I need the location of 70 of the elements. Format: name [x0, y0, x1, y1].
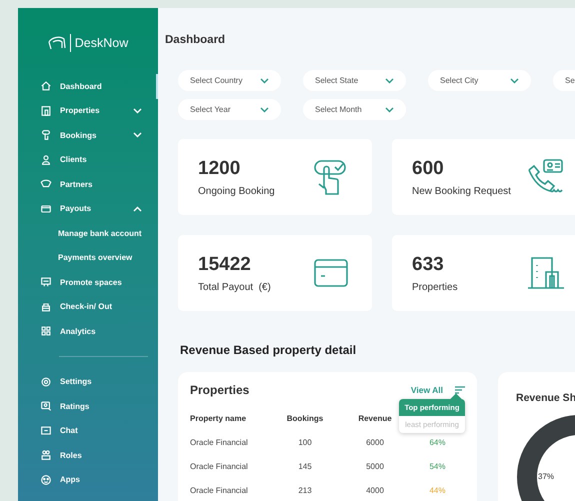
nav-item[interactable]: Promote spaces — [18, 270, 158, 294]
grid-icon — [40, 325, 52, 338]
billboard-icon — [40, 276, 52, 288]
table-cell: 100 — [298, 438, 312, 446]
stat-label: New Booking Request — [412, 186, 511, 196]
chevron-icon — [133, 132, 142, 138]
chevron-icon — [510, 78, 519, 84]
chevron-icon — [133, 206, 142, 212]
nav-item[interactable]: Apps — [18, 468, 158, 492]
stat-label: Total Payout (€) — [198, 282, 271, 292]
card-title: Properties — [190, 383, 250, 397]
building-icon — [40, 104, 52, 117]
chevron-icon — [133, 108, 142, 114]
logo-text: DeskNow — [74, 36, 128, 50]
table-cell: Oracle Financial — [190, 486, 248, 494]
nav-item[interactable]: Chat — [18, 418, 158, 443]
stat-value: 15422 — [198, 254, 252, 276]
nav-item[interactable]: Settings — [18, 370, 158, 394]
person-icon — [40, 154, 52, 166]
building-icon — [526, 254, 564, 292]
table-cell: 6000 — [366, 438, 384, 446]
table-cell: 44% — [429, 486, 446, 494]
card-icon — [40, 202, 52, 215]
dropdown-select[interactable]: Select Month — [303, 99, 406, 120]
nav-item[interactable]: Dashboard — [18, 74, 158, 98]
section-title: Revenue Based property detail — [180, 343, 358, 357]
smiley-icon — [40, 474, 52, 486]
nav-item[interactable]: Payouts — [18, 196, 158, 221]
nav-item[interactable]: Check-in/ Out — [18, 294, 158, 319]
donut-label: 37% — [538, 472, 554, 481]
view-all-link[interactable]: View All — [410, 385, 443, 395]
nav-item[interactable]: Bookings — [18, 123, 158, 148]
logo-icon — [48, 36, 66, 50]
chevron-icon — [385, 106, 394, 112]
stat-value: 633 — [412, 254, 445, 276]
nav-subitem[interactable]: Payments overview — [18, 246, 158, 270]
stat-value: 600 — [412, 158, 445, 180]
nav-item[interactable]: Clients — [18, 148, 158, 172]
table-cell: Oracle Financial — [190, 462, 248, 470]
gear-icon — [40, 376, 52, 388]
home-icon — [40, 80, 52, 92]
nav-item[interactable]: Analytics — [18, 319, 158, 344]
dropdown-select[interactable]: Select Country — [178, 70, 281, 91]
column-header: Bookings — [286, 412, 324, 425]
nav-item[interactable]: Ratings — [18, 394, 158, 418]
nav-item[interactable]: Partners — [18, 172, 158, 196]
chevron-icon — [385, 78, 394, 84]
nav-subitem[interactable]: Manage bank account — [18, 221, 158, 246]
nav-item[interactable]: Properties — [18, 98, 158, 123]
nav-item[interactable]: Roles — [18, 443, 158, 468]
sort-icon[interactable] — [455, 386, 465, 394]
table-cell: 54% — [429, 462, 446, 470]
dropdown-select[interactable]: Select State — [303, 70, 406, 91]
table-cell: 145 — [298, 462, 312, 470]
chevron-icon — [260, 78, 269, 84]
stat-label: Ongoing Booking — [198, 186, 275, 196]
dropdown-select[interactable]: Se — [553, 70, 575, 91]
dropdown-select[interactable]: Select City — [428, 70, 531, 91]
table-cell: Oracle Financial — [190, 438, 248, 446]
table-cell: 64% — [429, 438, 446, 446]
dropdown-select[interactable]: Select Year — [178, 99, 281, 120]
table-cell: 4000 — [366, 486, 384, 494]
table-cell: 213 — [298, 486, 312, 494]
stat-value: 1200 — [198, 158, 242, 180]
chat-icon — [40, 424, 52, 437]
chevron-icon — [260, 106, 269, 112]
page-title: Dashboard — [165, 33, 226, 48]
table-cell: 5000 — [366, 462, 384, 470]
column-header: Property name — [190, 412, 248, 425]
stat-label: Properties — [412, 282, 458, 292]
